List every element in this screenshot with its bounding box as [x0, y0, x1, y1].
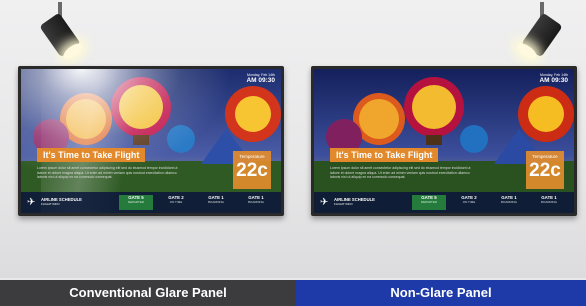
monitor-screen: Monday, Feb 14th AM 09:30 It's Time to T… — [314, 69, 574, 213]
clock-widget: Monday, Feb 14th AM 09:30 — [539, 73, 568, 84]
temperature-label: Temperature — [239, 154, 265, 159]
gate-cell: GATE 5 DEPARTED — [119, 195, 153, 210]
monitor-screen: Monday, Feb 14th AM 09:30 It's Time to T… — [21, 69, 281, 213]
headline-banner: It's Time to Take Flight — [37, 148, 146, 162]
gate-cell: GATE 5 DEPARTED — [412, 195, 446, 210]
gate-cell: GATE 1 BOARDING — [247, 195, 264, 204]
spotlight-icon — [39, 2, 86, 62]
gate-cell: GATE 2 ON TIME — [461, 195, 477, 204]
temperature-label: Temperature — [532, 154, 558, 159]
spotlight-icon — [514, 2, 563, 62]
gate-cell: GATE 1 BOARDING — [207, 195, 224, 204]
gate-cell: GATE 2 ON TIME — [168, 195, 184, 204]
gate-cell: GATE 1 BOARDING — [500, 195, 517, 204]
airplane-icon: ✈ — [320, 197, 329, 208]
airplane-icon: ✈ — [27, 197, 36, 208]
clock-widget: Monday, Feb 14th AM 09:30 — [246, 73, 275, 84]
caption-conventional-glare: Conventional Glare Panel — [0, 280, 296, 306]
schedule-title: AIRLINE SCHEDULE FLIGHT INFO — [334, 197, 375, 206]
temperature-value: 22c — [529, 160, 561, 181]
glare-monitor: Monday, Feb 14th AM 09:30 It's Time to T… — [18, 66, 284, 216]
gate-cell: GATE 1 BOARDING — [540, 195, 557, 204]
temperature-value: 22c — [236, 160, 268, 181]
schedule-title: AIRLINE SCHEDULE FLIGHT INFO — [41, 197, 82, 206]
non-glare-monitor: Monday, Feb 14th AM 09:30 It's Time to T… — [311, 66, 577, 216]
body-text: Lorem ipsum dolor sit amet consectetur a… — [37, 166, 178, 179]
clock-time: AM 09:30 — [246, 77, 275, 84]
caption-non-glare: Non-Glare Panel — [296, 280, 586, 306]
clock-time: AM 09:30 — [539, 77, 568, 84]
schedule-bar: ✈ AIRLINE SCHEDULE FLIGHT INFO GATE 5 DEP… — [21, 192, 281, 213]
body-text: Lorem ipsum dolor sit amet consectetur a… — [330, 166, 471, 179]
headline-banner: It's Time to Take Flight — [330, 148, 439, 162]
temperature-widget: Temperature 22c — [526, 151, 564, 189]
schedule-bar: ✈ AIRLINE SCHEDULE FLIGHT INFO GATE 5 DEP… — [314, 192, 574, 213]
temperature-widget: Temperature 22c — [233, 151, 271, 189]
